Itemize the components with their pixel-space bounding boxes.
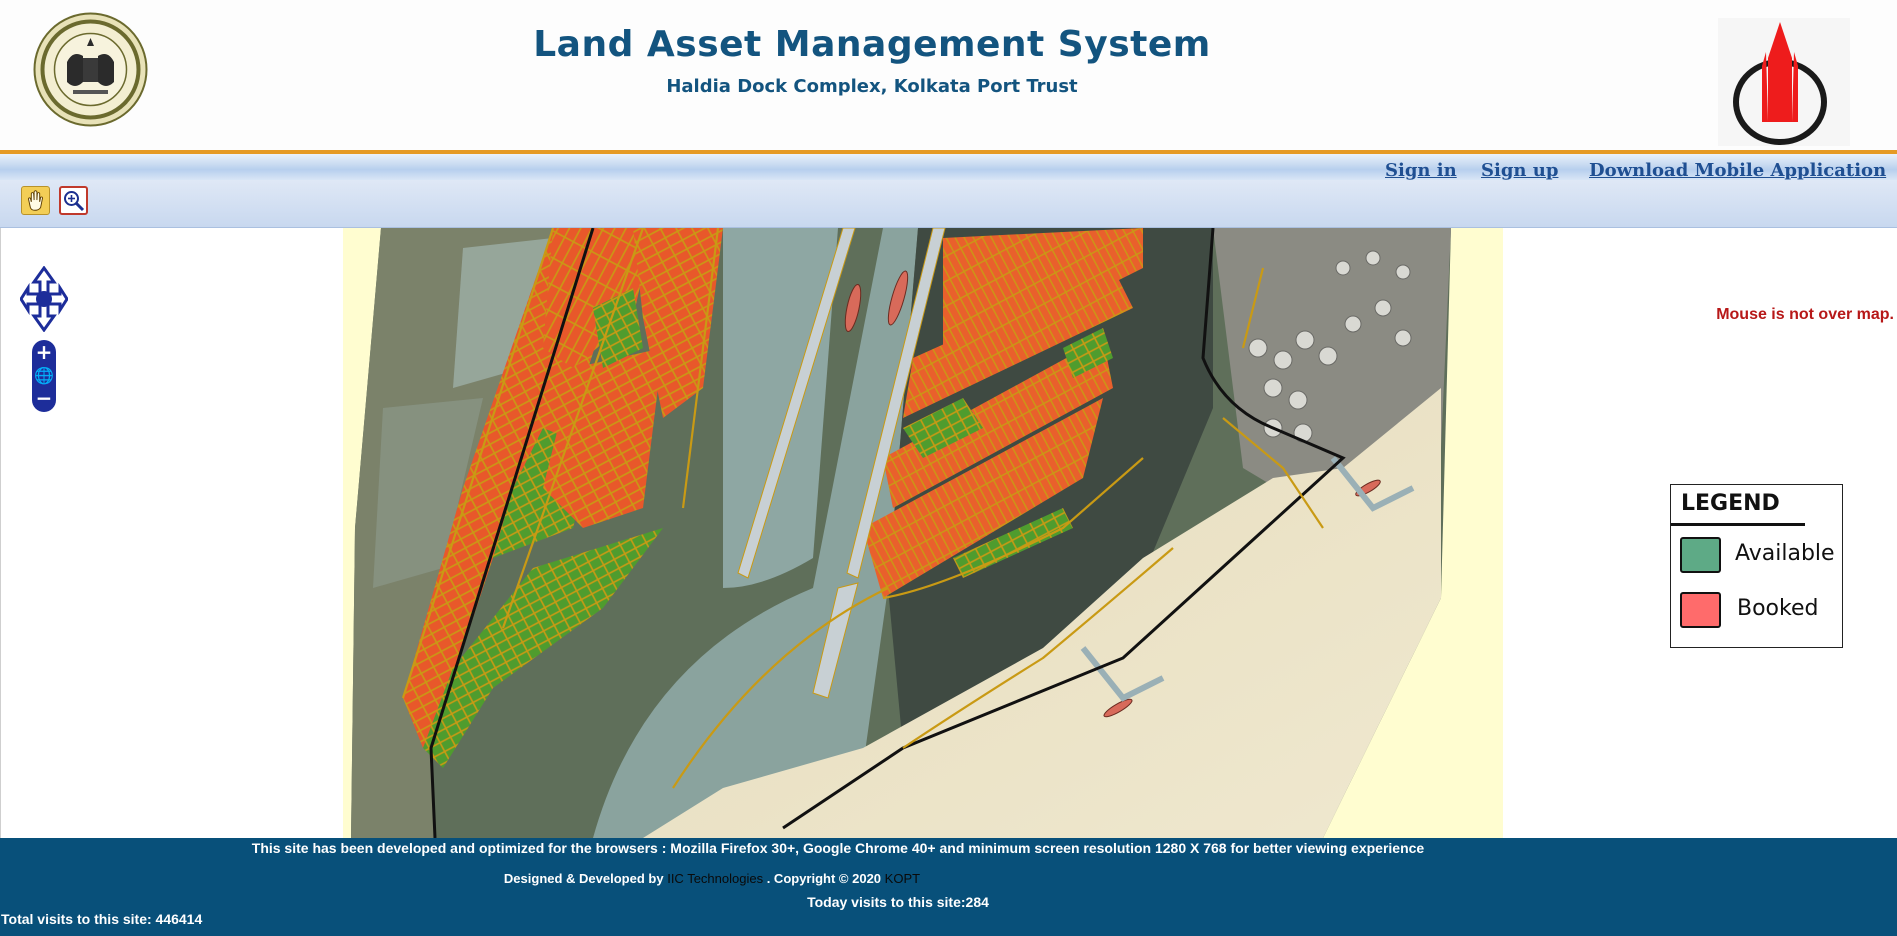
map-toolbar bbox=[0, 180, 1897, 228]
footer-credits: Designed & Developed by IIC Technologies… bbox=[0, 871, 1424, 886]
hand-pan-icon[interactable] bbox=[21, 186, 50, 215]
download-mobile-app-link[interactable]: Download Mobile Application bbox=[1589, 160, 1886, 181]
map-viewport[interactable]: + 🌐 − Mouse is not over map. LEGEND Avai… bbox=[0, 228, 1897, 838]
browser-compatibility-note: This site has been developed and optimiz… bbox=[251, 840, 1425, 856]
page-footer: This site has been developed and optimiz… bbox=[0, 838, 1897, 936]
zoom-out-icon[interactable]: − bbox=[34, 388, 54, 408]
legend-title: LEGEND bbox=[1681, 491, 1780, 516]
zoom-box-icon[interactable] bbox=[59, 186, 88, 215]
developer-link[interactable]: IIC Technologies bbox=[667, 871, 763, 886]
owner-link[interactable]: KOPT bbox=[885, 871, 920, 886]
today-visit-counter: Today visits to this site:284 bbox=[807, 894, 989, 910]
page-subtitle: Haldia Dock Complex, Kolkata Port Trust bbox=[666, 76, 1078, 97]
page-header: Land Asset Management System Haldia Dock… bbox=[0, 0, 1897, 152]
designed-by-text: Designed & Developed by bbox=[503, 871, 664, 886]
total-visit-counter: Total visits to this site: 446414 bbox=[1, 911, 203, 927]
flame-logo-icon bbox=[1718, 18, 1850, 146]
top-nav-bar: Sign in Sign up Download Mobile Applicat… bbox=[0, 150, 1897, 181]
mouse-position-status: Mouse is not over map. bbox=[1716, 306, 1894, 323]
available-swatch bbox=[1680, 537, 1721, 573]
satellite-map[interactable] bbox=[343, 228, 1503, 838]
legend-label-available: Available bbox=[1735, 541, 1835, 566]
legend-label-booked: Booked bbox=[1737, 596, 1819, 621]
zoom-bar: + 🌐 − bbox=[32, 340, 56, 412]
booked-swatch bbox=[1680, 592, 1721, 628]
world-icon[interactable]: 🌐 bbox=[34, 366, 54, 386]
legend-divider bbox=[1671, 523, 1805, 526]
sign-in-link[interactable]: Sign in bbox=[1385, 160, 1457, 181]
copyright-text: . Copyright © 2020 bbox=[766, 871, 882, 886]
map-legend: LEGEND Available Booked bbox=[1670, 484, 1843, 648]
page-title: Land Asset Management System bbox=[533, 24, 1211, 65]
sign-up-link[interactable]: Sign up bbox=[1481, 160, 1558, 181]
pan-arrows-icon[interactable] bbox=[20, 266, 68, 332]
zoom-in-icon[interactable]: + bbox=[34, 342, 54, 362]
